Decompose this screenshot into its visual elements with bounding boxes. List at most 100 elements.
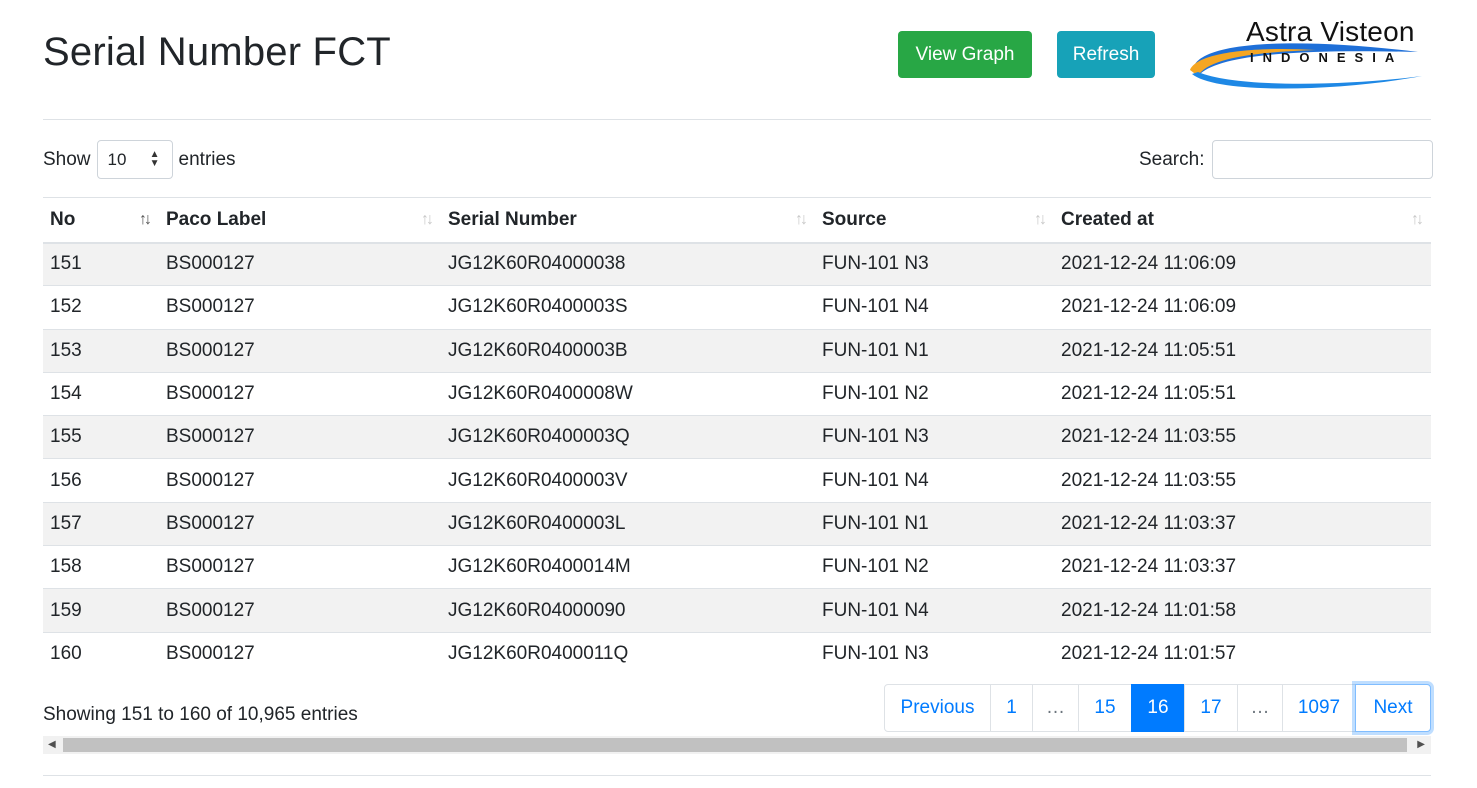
cell-no: 158: [43, 545, 159, 589]
pagination-page-1[interactable]: 1: [990, 684, 1033, 732]
cell-created-at: 2021-12-24 11:03:55: [1054, 415, 1431, 459]
cell-source: FUN-101 N4: [815, 285, 1054, 330]
cell-no: 152: [43, 285, 159, 330]
cell-created-at: 2021-12-24 11:03:37: [1054, 545, 1431, 589]
cell-created-at: 2021-12-24 11:01:57: [1054, 631, 1431, 676]
table-row: 158 BS000127 JG12K60R0400014M FUN-101 N2 202…: [43, 545, 1431, 589]
pagination-page-17[interactable]: 17: [1184, 684, 1238, 732]
sort-icon: ↑↓: [1034, 211, 1047, 228]
cell-serial-number: JG12K60R0400003Q: [441, 415, 815, 459]
pagination-page-1097[interactable]: 1097: [1282, 684, 1356, 732]
table-row: 160 BS000127 JG12K60R0400011Q FUN-101 N3 202…: [43, 631, 1431, 676]
select-arrows-icon: ▲ ▼: [149, 149, 160, 169]
cell-no: 156: [43, 458, 159, 503]
entries-select[interactable]: 10 ▲ ▼: [96, 140, 173, 179]
cell-no: 154: [43, 371, 159, 416]
logo-name: Astra Visteon: [1246, 16, 1415, 47]
cell-source: FUN-101 N4: [815, 588, 1054, 633]
table-row: 157 BS000127 JG12K60R0400003L FUN-101 N1 202…: [43, 501, 1431, 546]
company-logo: Astra Visteon INDONESIA: [1186, 16, 1426, 94]
view-graph-button[interactable]: View Graph: [898, 31, 1032, 78]
scrollbar-thumb[interactable]: [63, 738, 1407, 752]
cell-paco-label: BS000127: [159, 501, 441, 546]
cell-no: 153: [43, 328, 159, 373]
cell-no: 160: [43, 631, 159, 676]
logo-sub: INDONESIA: [1250, 50, 1404, 65]
cell-created-at: 2021-12-24 11:06:09: [1054, 285, 1431, 330]
column-header-no[interactable]: No ↑↓: [43, 197, 159, 244]
cell-serial-number: JG12K60R04000038: [441, 241, 815, 286]
cell-source: FUN-101 N4: [815, 458, 1054, 503]
cell-serial-number: JG12K60R0400003S: [441, 285, 815, 330]
cell-paco-label: BS000127: [159, 241, 441, 286]
cell-created-at: 2021-12-24 11:06:09: [1054, 241, 1431, 286]
refresh-button[interactable]: Refresh: [1057, 31, 1155, 78]
table-row: 154 BS000127 JG12K60R0400008W FUN-101 N2 202…: [43, 371, 1431, 416]
search-label: Search:: [1139, 148, 1205, 170]
cell-created-at: 2021-12-24 11:01:58: [1054, 588, 1431, 633]
table-row: 151 BS000127 JG12K60R04000038 FUN-101 N3 202…: [43, 241, 1431, 286]
pagination-previous[interactable]: Previous: [884, 684, 991, 732]
sort-icon: ↑↓: [795, 211, 808, 228]
table-info: Showing 151 to 160 of 10,965 entries: [43, 704, 358, 725]
pagination-next[interactable]: Next: [1355, 684, 1431, 732]
cell-paco-label: BS000127: [159, 458, 441, 503]
pagination-page-15[interactable]: 15: [1078, 684, 1132, 732]
entries-select-value: 10: [107, 149, 127, 169]
cell-no: 157: [43, 501, 159, 546]
pagination-ellipsis: …: [1032, 684, 1079, 732]
cell-no: 155: [43, 415, 159, 459]
divider-bottom: [43, 775, 1431, 776]
cell-source: FUN-101 N1: [815, 501, 1054, 546]
cell-no: 151: [43, 241, 159, 286]
cell-source: FUN-101 N3: [815, 415, 1054, 459]
search-control: Search:: [1139, 140, 1434, 179]
cell-created-at: 2021-12-24 11:05:51: [1054, 328, 1431, 373]
cell-created-at: 2021-12-24 11:05:51: [1054, 371, 1431, 416]
column-header-created-at[interactable]: Created at ↑↓: [1054, 197, 1431, 244]
cell-paco-label: BS000127: [159, 328, 441, 373]
cell-source: FUN-101 N2: [815, 371, 1054, 416]
sort-icon: ↑↓: [139, 211, 152, 228]
table-row: 152 BS000127 JG12K60R0400003S FUN-101 N4 202…: [43, 285, 1431, 330]
cell-no: 159: [43, 588, 159, 633]
cell-serial-number: JG12K60R0400003V: [441, 458, 815, 503]
cell-serial-number: JG12K60R0400011Q: [441, 631, 815, 676]
page-title: Serial Number FCT: [43, 30, 391, 74]
pagination-ellipsis: …: [1237, 684, 1283, 732]
cell-source: FUN-101 N3: [815, 631, 1054, 676]
pagination-page-16[interactable]: 16: [1131, 684, 1185, 732]
horizontal-scrollbar[interactable]: ◀ ▶: [43, 736, 1431, 754]
pagination: Previous 1 … 15 16 17 … 1097 Next: [884, 684, 1431, 732]
sort-icon: ↑↓: [421, 211, 434, 228]
table-row: 156 BS000127 JG12K60R0400003V FUN-101 N4 202…: [43, 458, 1431, 503]
table-row: 153 BS000127 JG12K60R0400003B FUN-101 N1 202…: [43, 328, 1431, 373]
column-header-paco-label[interactable]: Paco Label ↑↓: [159, 197, 441, 244]
cell-serial-number: JG12K60R0400003B: [441, 328, 815, 373]
cell-serial-number: JG12K60R0400003L: [441, 501, 815, 546]
serial-table: No ↑↓ Paco Label ↑↓ Serial Number ↑↓ Source…: [43, 197, 1431, 676]
cell-paco-label: BS000127: [159, 285, 441, 330]
entries-length-control: Show 10 ▲ ▼ entries: [43, 140, 236, 179]
cell-created-at: 2021-12-24 11:03:55: [1054, 458, 1431, 503]
divider-top: [43, 119, 1431, 120]
sort-icon: ↑↓: [1411, 211, 1424, 228]
cell-paco-label: BS000127: [159, 415, 441, 459]
cell-paco-label: BS000127: [159, 631, 441, 676]
cell-paco-label: BS000127: [159, 545, 441, 589]
cell-serial-number: JG12K60R04000090: [441, 588, 815, 633]
scroll-right-icon[interactable]: ▶: [1417, 739, 1425, 750]
cell-source: FUN-101 N3: [815, 241, 1054, 286]
cell-serial-number: JG12K60R0400008W: [441, 371, 815, 416]
table-row: 155 BS000127 JG12K60R0400003Q FUN-101 N3 202…: [43, 415, 1431, 459]
column-header-serial-number[interactable]: Serial Number ↑↓: [441, 197, 815, 244]
scroll-left-icon[interactable]: ◀: [48, 739, 56, 750]
entries-label: entries: [178, 148, 236, 170]
cell-source: FUN-101 N2: [815, 545, 1054, 589]
cell-created-at: 2021-12-24 11:03:37: [1054, 501, 1431, 546]
cell-source: FUN-101 N1: [815, 328, 1054, 373]
search-input[interactable]: [1212, 140, 1434, 179]
column-header-source[interactable]: Source ↑↓: [815, 197, 1054, 244]
cell-serial-number: JG12K60R0400014M: [441, 545, 815, 589]
show-label: Show: [43, 148, 91, 170]
